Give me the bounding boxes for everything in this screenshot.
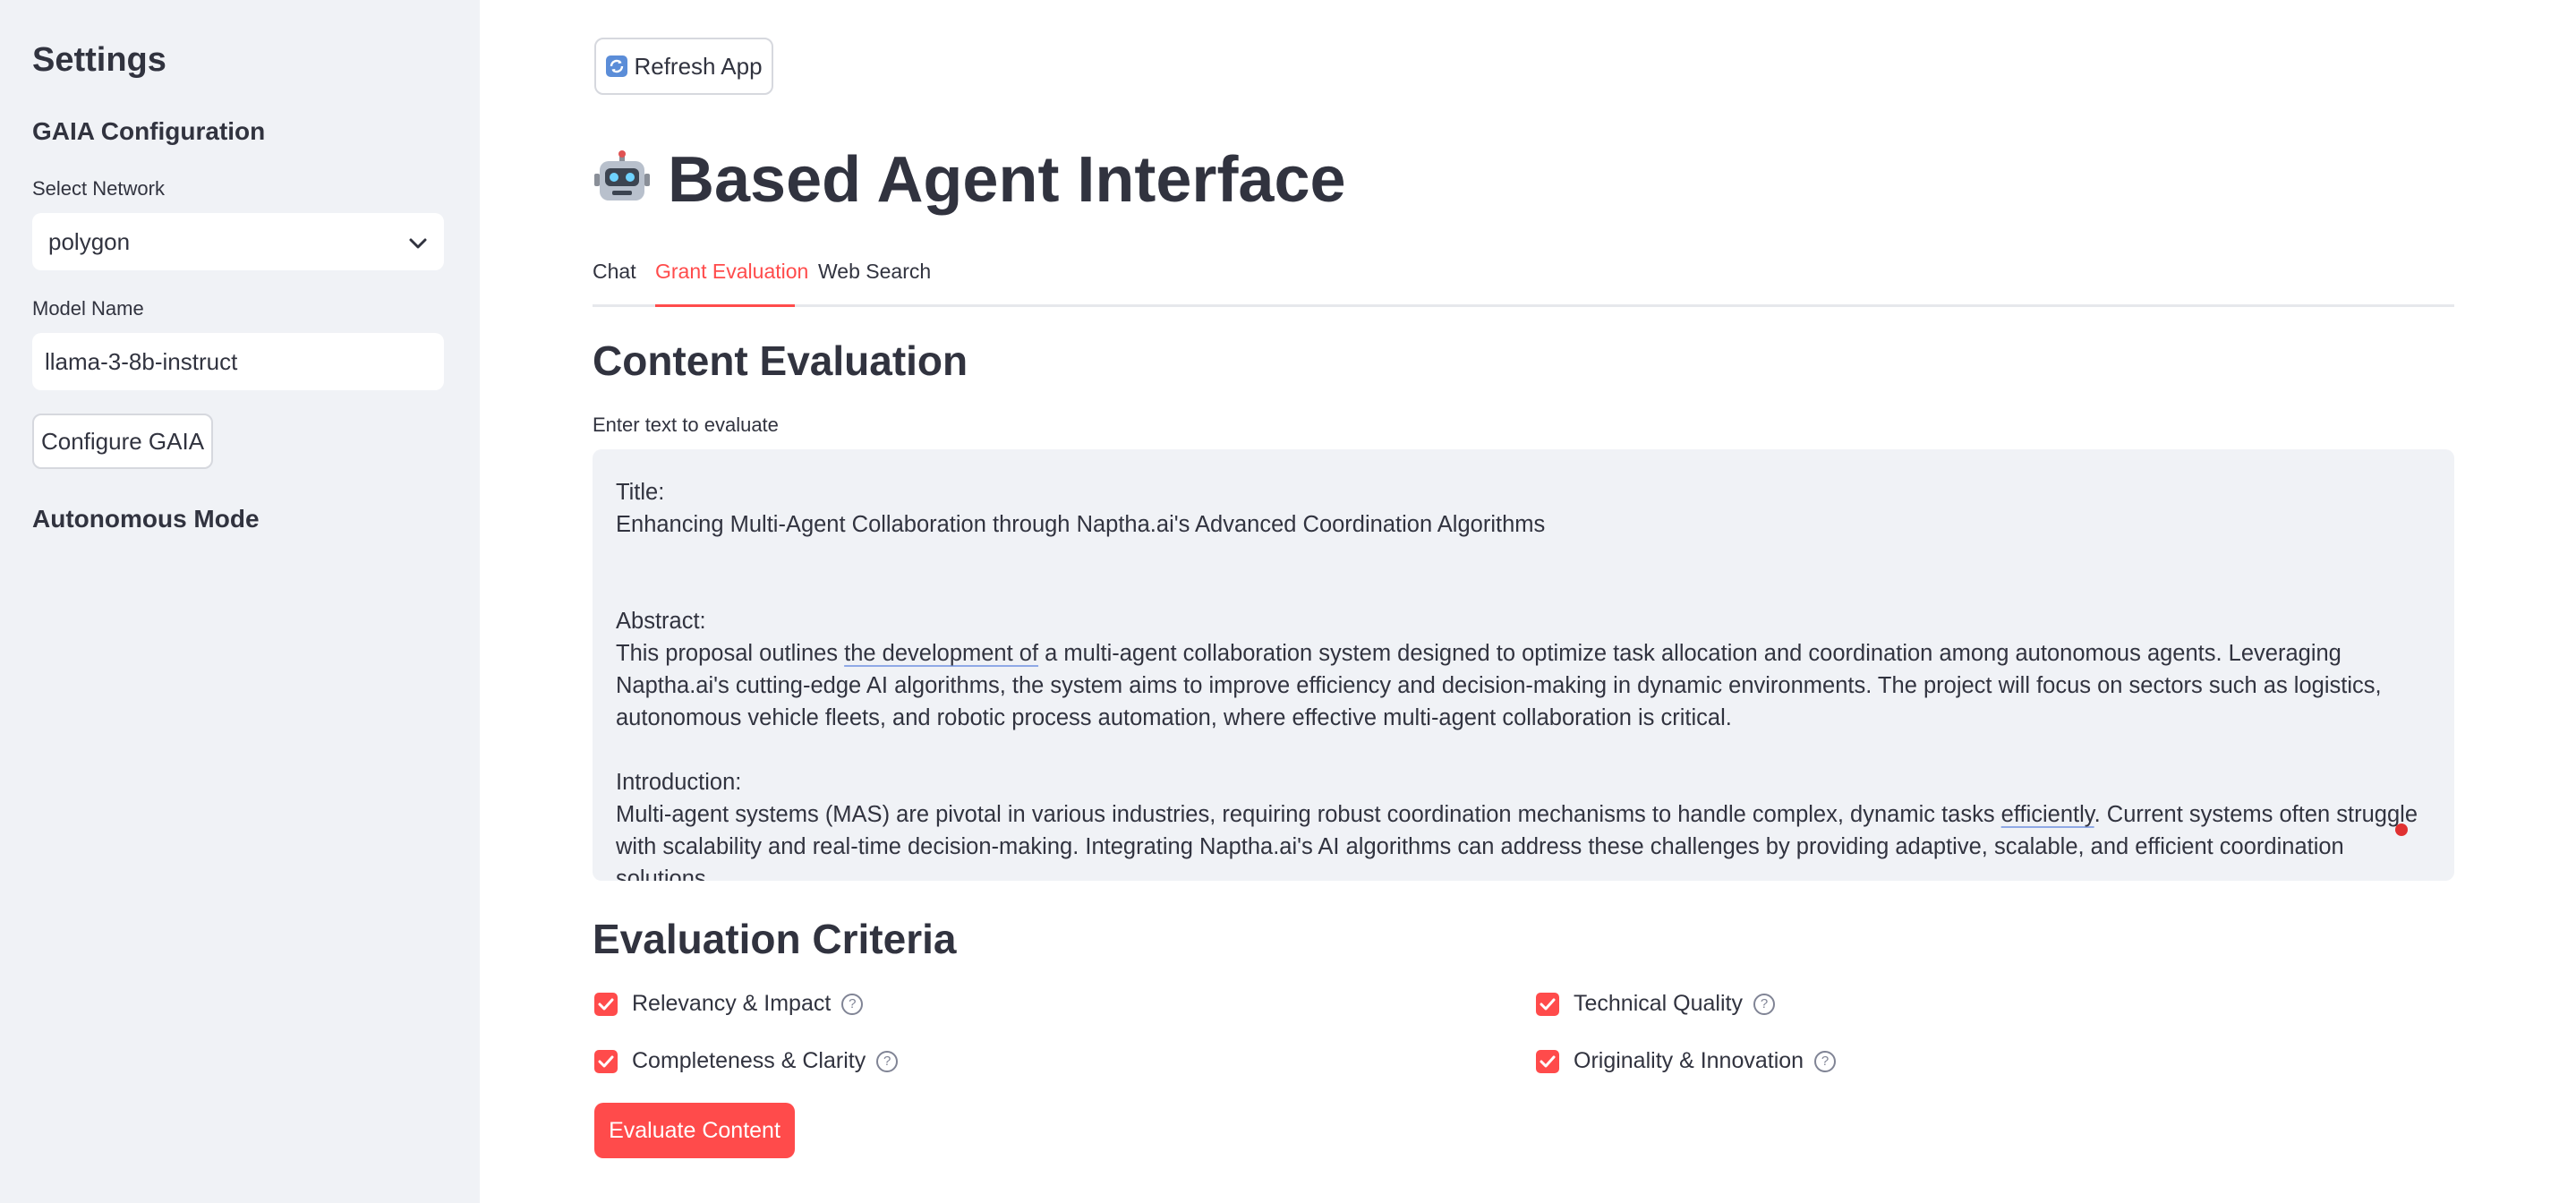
page-title-text: Based Agent Interface [668, 144, 1346, 216]
sidebar: Settings GAIA Configuration Select Netwo… [0, 0, 480, 1203]
model-name-label: Model Name [32, 297, 144, 320]
help-icon[interactable]: ? [876, 1050, 899, 1072]
evaluation-textarea[interactable]: Title: Enhancing Multi-Agent Collaborati… [593, 449, 2454, 881]
text-input-label: Enter text to evaluate [593, 414, 779, 436]
model-name-input[interactable] [32, 333, 444, 390]
chevron-down-icon [408, 228, 428, 256]
help-icon[interactable]: ? [841, 993, 864, 1015]
criterion-completeness[interactable]: Completeness & Clarity ? [594, 1048, 899, 1074]
checkbox-checked-icon[interactable] [594, 992, 618, 1016]
refresh-icon [605, 55, 628, 78]
text-line: Introduction: [616, 770, 742, 795]
text-paragraph: This proposal outlines the development o… [616, 641, 2382, 730]
text-line: Title: [616, 480, 665, 505]
network-label: Select Network [32, 177, 165, 200]
configure-gaia-button[interactable]: Configure GAIA [32, 414, 213, 469]
help-icon[interactable]: ? [1753, 993, 1775, 1015]
content-evaluation-heading: Content Evaluation [593, 337, 968, 384]
page-title: Based Agent Interface [593, 143, 1346, 217]
text-paragraph: Multi-agent systems (MAS) are pivotal in… [616, 802, 2418, 881]
tab-bar: Chat Grant Evaluation Web Search [593, 254, 2454, 307]
help-icon[interactable]: ? [1814, 1050, 1837, 1072]
tab-grant-evaluation[interactable]: Grant Evaluation [655, 260, 808, 284]
checkbox-checked-icon[interactable] [594, 1049, 618, 1073]
refresh-app-label: Refresh App [634, 52, 763, 80]
refresh-app-button[interactable]: Refresh App [594, 38, 773, 95]
active-tab-indicator [655, 304, 795, 307]
status-dot [2395, 823, 2408, 836]
tab-web-search[interactable]: Web Search [818, 260, 931, 284]
criterion-technical-quality[interactable]: Technical Quality ? [1536, 991, 1775, 1017]
autonomous-mode-heading: Autonomous Mode [32, 505, 260, 533]
text-line: Enhancing Multi-Agent Collaboration thro… [616, 512, 1546, 537]
robot-icon [593, 150, 652, 209]
checkbox-checked-icon[interactable] [1536, 992, 1559, 1016]
sidebar-title: Settings [32, 41, 166, 79]
criterion-label: Relevancy & Impact [632, 991, 832, 1016]
criterion-relevancy[interactable]: Relevancy & Impact ? [594, 991, 864, 1017]
network-select[interactable]: polygon [32, 213, 444, 270]
criterion-label: Completeness & Clarity [632, 1048, 866, 1073]
text-line: Abstract: [616, 609, 706, 634]
criterion-originality[interactable]: Originality & Innovation ? [1536, 1048, 1837, 1074]
criterion-label: Originality & Innovation [1574, 1048, 1804, 1073]
evaluate-content-button[interactable]: Evaluate Content [594, 1103, 795, 1158]
checkbox-checked-icon[interactable] [1536, 1049, 1559, 1073]
criterion-label: Technical Quality [1574, 991, 1743, 1016]
network-select-value: polygon [48, 227, 131, 255]
evaluation-criteria-heading: Evaluation Criteria [593, 916, 957, 962]
tab-chat[interactable]: Chat [593, 260, 636, 284]
gaia-config-heading: GAIA Configuration [32, 117, 266, 145]
